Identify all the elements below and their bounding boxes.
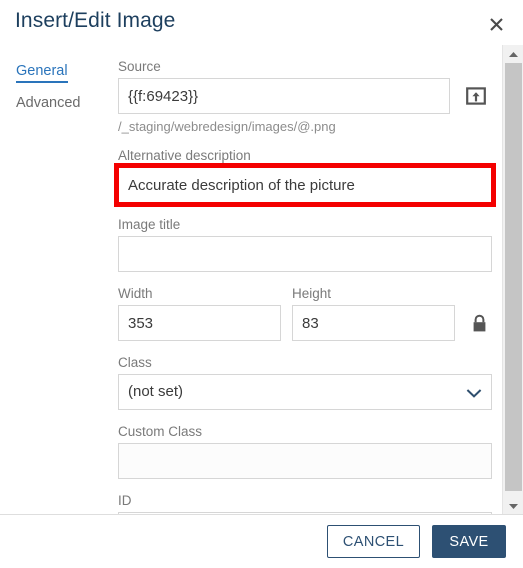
source-label: Source — [118, 59, 161, 74]
tab-row-advanced: Advanced — [16, 94, 108, 124]
alt-description-input[interactable] — [118, 167, 492, 203]
close-icon[interactable] — [483, 11, 509, 37]
scrollbar-thumb[interactable] — [505, 63, 522, 491]
class-select-wrap: (not set) — [118, 374, 492, 410]
general-tab-panel: Source /_staging/webredesign/images/@.pn… — [114, 59, 496, 515]
source-row — [118, 78, 492, 114]
height-group: Height — [292, 286, 455, 341]
height-label: Height — [292, 286, 332, 301]
cancel-button[interactable]: CANCEL — [327, 525, 420, 558]
dialog-body: General Advanced Source /_staging — [0, 45, 502, 515]
dimensions-row: Width Height — [118, 286, 492, 341]
class-label: Class — [118, 355, 152, 370]
alt-description-row — [114, 163, 496, 207]
width-input[interactable] — [118, 305, 281, 341]
lock-closed-icon[interactable] — [467, 311, 491, 335]
width-label: Width — [118, 286, 153, 301]
caret-down-icon[interactable] — [503, 497, 523, 515]
tab-rail: General Advanced — [16, 62, 108, 124]
id-label: ID — [118, 493, 132, 508]
alt-description-label: Alternative description — [118, 148, 251, 163]
custom-class-label: Custom Class — [118, 424, 203, 439]
width-group: Width — [118, 286, 281, 341]
tab-advanced[interactable]: Advanced — [16, 95, 81, 113]
height-input[interactable] — [292, 305, 455, 341]
image-title-input[interactable] — [118, 236, 492, 272]
insert-edit-image-dialog: Insert/Edit Image General Advanced Sourc… — [0, 0, 523, 568]
dialog-footer: CANCEL SAVE — [0, 514, 523, 568]
tab-row-general: General — [16, 62, 108, 94]
tab-general[interactable]: General — [16, 63, 68, 83]
vertical-scrollbar[interactable] — [502, 45, 523, 515]
image-title-label: Image title — [118, 217, 181, 232]
save-button[interactable]: SAVE — [432, 525, 506, 558]
caret-up-icon[interactable] — [503, 45, 523, 63]
dialog-title: Insert/Edit Image — [15, 9, 176, 32]
source-input[interactable] — [118, 78, 450, 114]
class-select[interactable]: (not set) — [118, 374, 492, 410]
dialog-header: Insert/Edit Image — [0, 0, 523, 45]
source-help-text: /_staging/webredesign/images/@.png — [118, 119, 336, 134]
upload-icon[interactable] — [460, 80, 492, 112]
custom-class-input[interactable] — [118, 443, 492, 479]
